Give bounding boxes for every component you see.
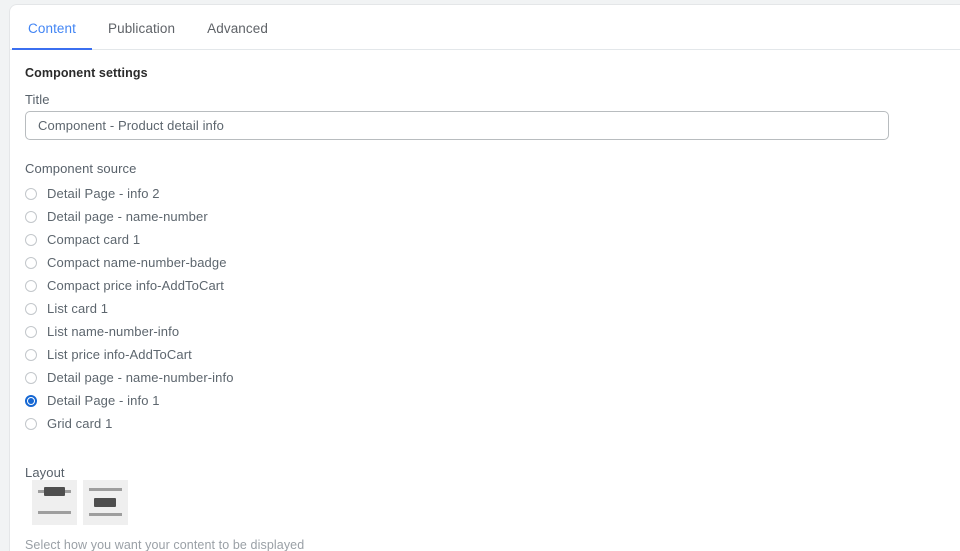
radio-circle-icon bbox=[25, 233, 37, 246]
radio-circle-icon bbox=[25, 279, 37, 292]
tab-content[interactable]: Content bbox=[12, 5, 92, 50]
tab-bar: Content Publication Advanced bbox=[10, 5, 960, 50]
radio-option[interactable]: Detail Page - info 2 bbox=[25, 182, 525, 205]
radio-label: Compact name-number-badge bbox=[47, 254, 227, 270]
component-source-label: Component source bbox=[25, 161, 137, 176]
app-root: Content Publication Advanced Component s… bbox=[0, 0, 960, 551]
tab-advanced-label: Advanced bbox=[207, 21, 268, 36]
radio-label: Detail page - name-number-info bbox=[47, 369, 234, 385]
radio-option[interactable]: List name-number-info bbox=[25, 320, 525, 343]
radio-label: Detail Page - info 2 bbox=[47, 185, 160, 201]
layout-label: Layout bbox=[25, 465, 65, 480]
layout-line-icon bbox=[89, 513, 122, 516]
radio-circle-icon bbox=[25, 187, 37, 200]
radio-label: Detail Page - info 1 bbox=[47, 392, 160, 408]
radio-circle-icon bbox=[25, 417, 37, 430]
radio-label: List price info-AddToCart bbox=[47, 346, 192, 362]
radio-label: Grid card 1 bbox=[47, 415, 113, 431]
radio-circle-icon bbox=[25, 256, 37, 269]
radio-option[interactable]: Detail page - name-number bbox=[25, 205, 525, 228]
radio-circle-icon bbox=[25, 325, 37, 338]
tab-publication[interactable]: Publication bbox=[92, 5, 191, 50]
radio-label: Detail page - name-number bbox=[47, 208, 208, 224]
radio-label: List name-number-info bbox=[47, 323, 180, 339]
radio-option-selected[interactable]: Detail Page - info 1 bbox=[25, 389, 525, 412]
layout-option-group bbox=[32, 480, 128, 525]
tab-list: Content Publication Advanced bbox=[12, 5, 284, 50]
layout-image-middle-thumbnail[interactable] bbox=[83, 480, 128, 525]
radio-label: Compact price info-AddToCart bbox=[47, 277, 224, 293]
settings-card: Content Publication Advanced Component s… bbox=[9, 4, 960, 551]
layout-block-icon bbox=[94, 498, 116, 507]
radio-circle-icon bbox=[25, 348, 37, 361]
title-input[interactable] bbox=[25, 111, 889, 140]
layout-image-top-thumbnail[interactable] bbox=[32, 480, 77, 525]
radio-label: Compact card 1 bbox=[47, 231, 141, 247]
radio-option[interactable]: Compact card 1 bbox=[25, 228, 525, 251]
radio-option[interactable]: Grid card 1 bbox=[25, 412, 525, 435]
content-panel: Component settings Title Component sourc… bbox=[10, 50, 960, 551]
title-label: Title bbox=[25, 92, 50, 107]
radio-option[interactable]: Detail page - name-number-info bbox=[25, 366, 525, 389]
radio-option[interactable]: Compact price info-AddToCart bbox=[25, 274, 525, 297]
tab-content-label: Content bbox=[28, 21, 76, 36]
layout-line-icon bbox=[89, 488, 122, 491]
radio-option[interactable]: List price info-AddToCart bbox=[25, 343, 525, 366]
component-settings-heading: Component settings bbox=[25, 66, 148, 80]
radio-circle-icon bbox=[25, 210, 37, 223]
radio-option[interactable]: List card 1 bbox=[25, 297, 525, 320]
tab-advanced[interactable]: Advanced bbox=[191, 5, 284, 50]
layout-block-icon bbox=[44, 487, 65, 496]
layout-helper-text: Select how you want your content to be d… bbox=[25, 538, 305, 551]
radio-circle-icon bbox=[25, 371, 37, 384]
layout-line-icon bbox=[38, 511, 71, 514]
tab-publication-label: Publication bbox=[107, 21, 176, 36]
radio-circle-icon bbox=[25, 302, 37, 315]
radio-label: List card 1 bbox=[47, 300, 109, 316]
radio-option[interactable]: Compact name-number-badge bbox=[25, 251, 525, 274]
radio-circle-filled-icon bbox=[25, 394, 37, 407]
component-source-radio-group: Detail Page - info 2 Detail page - name-… bbox=[25, 182, 525, 435]
